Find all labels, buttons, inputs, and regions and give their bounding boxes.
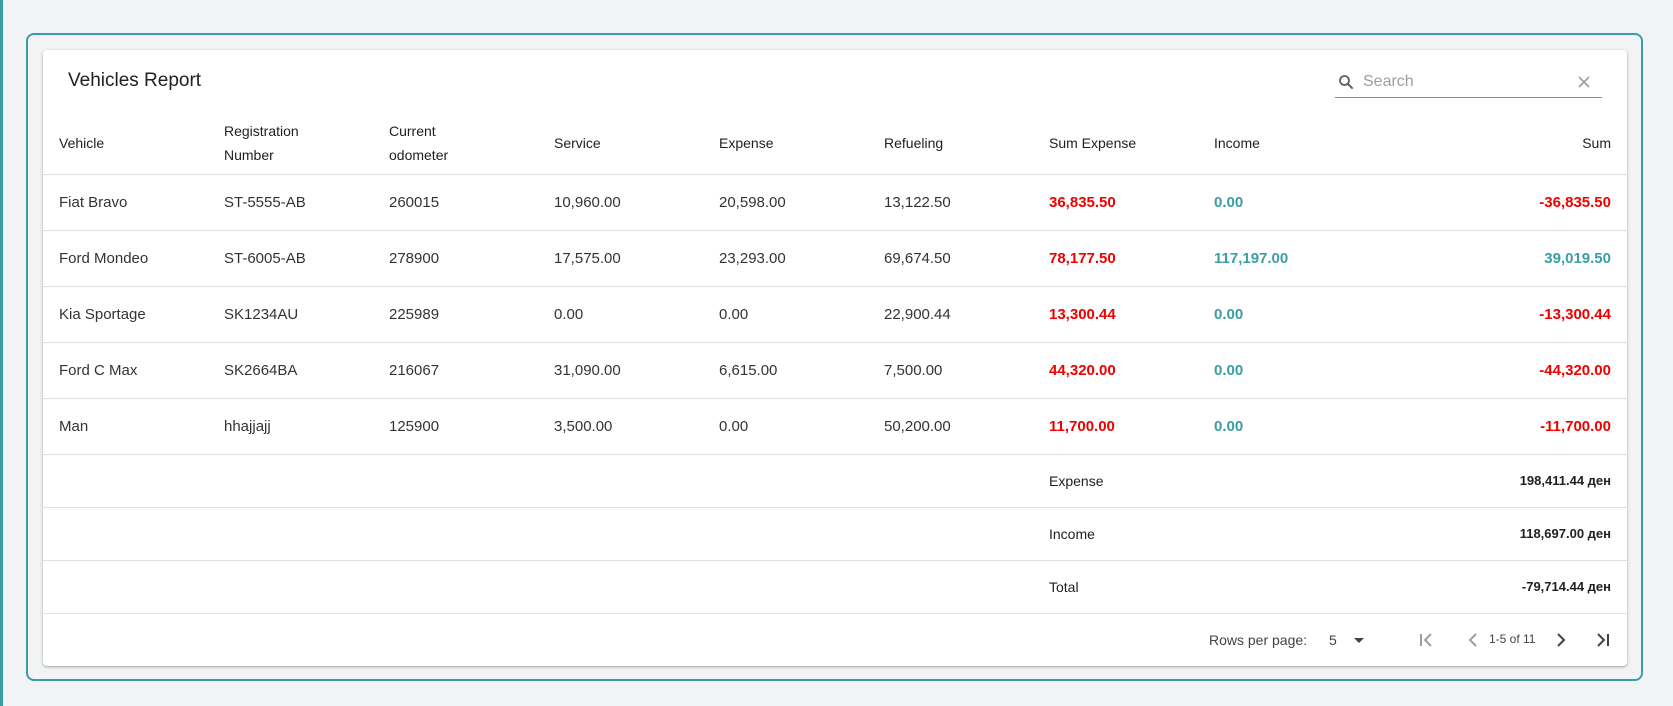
header-odometer-line-2: odometer [389,147,449,164]
left-accent-line [0,0,3,706]
page-range: 1-5 of 11 [1489,632,1536,646]
header-registration-line-2: Number [224,147,274,164]
cell-service: 10,960.00 [538,174,703,231]
cell-sum-expense: 78,177.50 [1033,230,1198,287]
cell-odometer: 278900 [373,230,538,287]
cell-refueling: 13,122.50 [868,174,1033,231]
cell-service: 3,500.00 [538,398,703,455]
cell-sum-expense: 11,700.00 [1033,398,1198,455]
summary-spacer [1198,454,1363,508]
cell-sum-expense: 44,320.00 [1033,342,1198,399]
table-header-row: Vehicle Registration Number Current odom… [43,113,1627,175]
cell-service: 0.00 [538,286,703,343]
summary-value: 198,411.44 ден [1363,454,1627,508]
rows-per-page-select[interactable]: 5 [1329,632,1371,650]
close-icon[interactable] [1577,75,1591,89]
cell-sum: -36,835.50 [1363,174,1627,231]
cell-service: 17,575.00 [538,230,703,287]
summary-value: 118,697.00 ден [1363,507,1627,561]
cell-expense: 6,615.00 [703,342,868,399]
header-expense[interactable]: Expense [703,113,868,175]
cell-refueling: 69,674.50 [868,230,1033,287]
header-service[interactable]: Service [538,113,703,175]
rows-per-page-label: Rows per page: [1209,632,1308,648]
cell-sum-expense: 36,835.50 [1033,174,1198,231]
cell-expense: 0.00 [703,398,868,455]
cell-sum: 39,019.50 [1363,230,1627,287]
summary-spacer [43,507,1033,561]
summary-value: -79,714.44 ден [1363,560,1627,614]
cell-sum-expense: 13,300.44 [1033,286,1198,343]
previous-page-icon[interactable] [1461,628,1485,652]
summary-spacer [1198,507,1363,561]
summary-spacer [43,454,1033,508]
cell-odometer: 216067 [373,342,538,399]
pagination-bar: Rows per page: 5 1-5 of 11 [43,614,1627,666]
cell-sum: -13,300.44 [1363,286,1627,343]
table-row[interactable]: Kia Sportage SK1234AU 225989 0.00 0.00 2… [43,286,1627,343]
cell-vehicle: Kia Sportage [43,286,208,343]
table-row[interactable]: Ford Mondeo ST-6005-AB 278900 17,575.00 … [43,230,1627,287]
cell-vehicle: Ford C Max [43,342,208,399]
summary-spacer [1198,560,1363,614]
header-sum-expense[interactable]: Sum Expense [1033,113,1198,175]
cell-sum: -11,700.00 [1363,398,1627,455]
cell-vehicle: Man [43,398,208,455]
search-input[interactable] [1363,71,1568,93]
summary-row-total: Total -79,714.44 ден [43,560,1627,614]
last-page-icon[interactable] [1591,628,1615,652]
cell-registration: SK1234AU [208,286,373,343]
cell-expense: 23,293.00 [703,230,868,287]
table-row[interactable]: Fiat Bravo ST-5555-AB 260015 10,960.00 2… [43,174,1627,231]
summary-row-income: Income 118,697.00 ден [43,507,1627,561]
summary-label: Total [1033,560,1198,614]
cell-refueling: 22,900.44 [868,286,1033,343]
cell-income: 0.00 [1198,398,1363,455]
vehicles-report-card: Vehicles Report Vehicle Registration Num… [43,50,1627,666]
search-field[interactable] [1335,67,1602,98]
report-title: Vehicles Report [68,70,202,91]
summary-label: Expense [1033,454,1198,508]
cell-service: 31,090.00 [538,342,703,399]
summary-spacer [43,560,1033,614]
summary-row-expense: Expense 198,411.44 ден [43,454,1627,508]
cell-income: 117,197.00 [1198,230,1363,287]
cell-odometer: 125900 [373,398,538,455]
header-sum[interactable]: Sum [1363,113,1627,175]
header-refueling[interactable]: Refueling [868,113,1033,175]
cell-vehicle: Ford Mondeo [43,230,208,287]
cell-sum: -44,320.00 [1363,342,1627,399]
cell-registration: hhajjajj [208,398,373,455]
cell-registration: ST-6005-AB [208,230,373,287]
header-registration-number[interactable]: Registration Number [208,113,373,175]
first-page-icon[interactable] [1414,628,1438,652]
cell-expense: 20,598.00 [703,174,868,231]
cell-income: 0.00 [1198,342,1363,399]
vehicles-table: Vehicle Registration Number Current odom… [43,113,1627,614]
header-odometer-line-1: Current [389,123,436,140]
cell-income: 0.00 [1198,286,1363,343]
search-icon [1339,75,1353,89]
cell-odometer: 225989 [373,286,538,343]
cell-odometer: 260015 [373,174,538,231]
cell-expense: 0.00 [703,286,868,343]
caret-down-icon [1354,638,1364,643]
header-current-odometer[interactable]: Current odometer [373,113,538,175]
summary-label: Income [1033,507,1198,561]
cell-vehicle: Fiat Bravo [43,174,208,231]
header-registration-line-1: Registration [224,123,299,140]
cell-income: 0.00 [1198,174,1363,231]
cell-registration: SK2664BA [208,342,373,399]
cell-refueling: 50,200.00 [868,398,1033,455]
table-row[interactable]: Ford C Max SK2664BA 216067 31,090.00 6,6… [43,342,1627,399]
cell-refueling: 7,500.00 [868,342,1033,399]
header-vehicle[interactable]: Vehicle [43,113,208,175]
header-income[interactable]: Income [1198,113,1363,175]
next-page-icon[interactable] [1549,628,1573,652]
rows-per-page-value: 5 [1329,632,1337,648]
table-row[interactable]: Man hhajjajj 125900 3,500.00 0.00 50,200… [43,398,1627,455]
cell-registration: ST-5555-AB [208,174,373,231]
